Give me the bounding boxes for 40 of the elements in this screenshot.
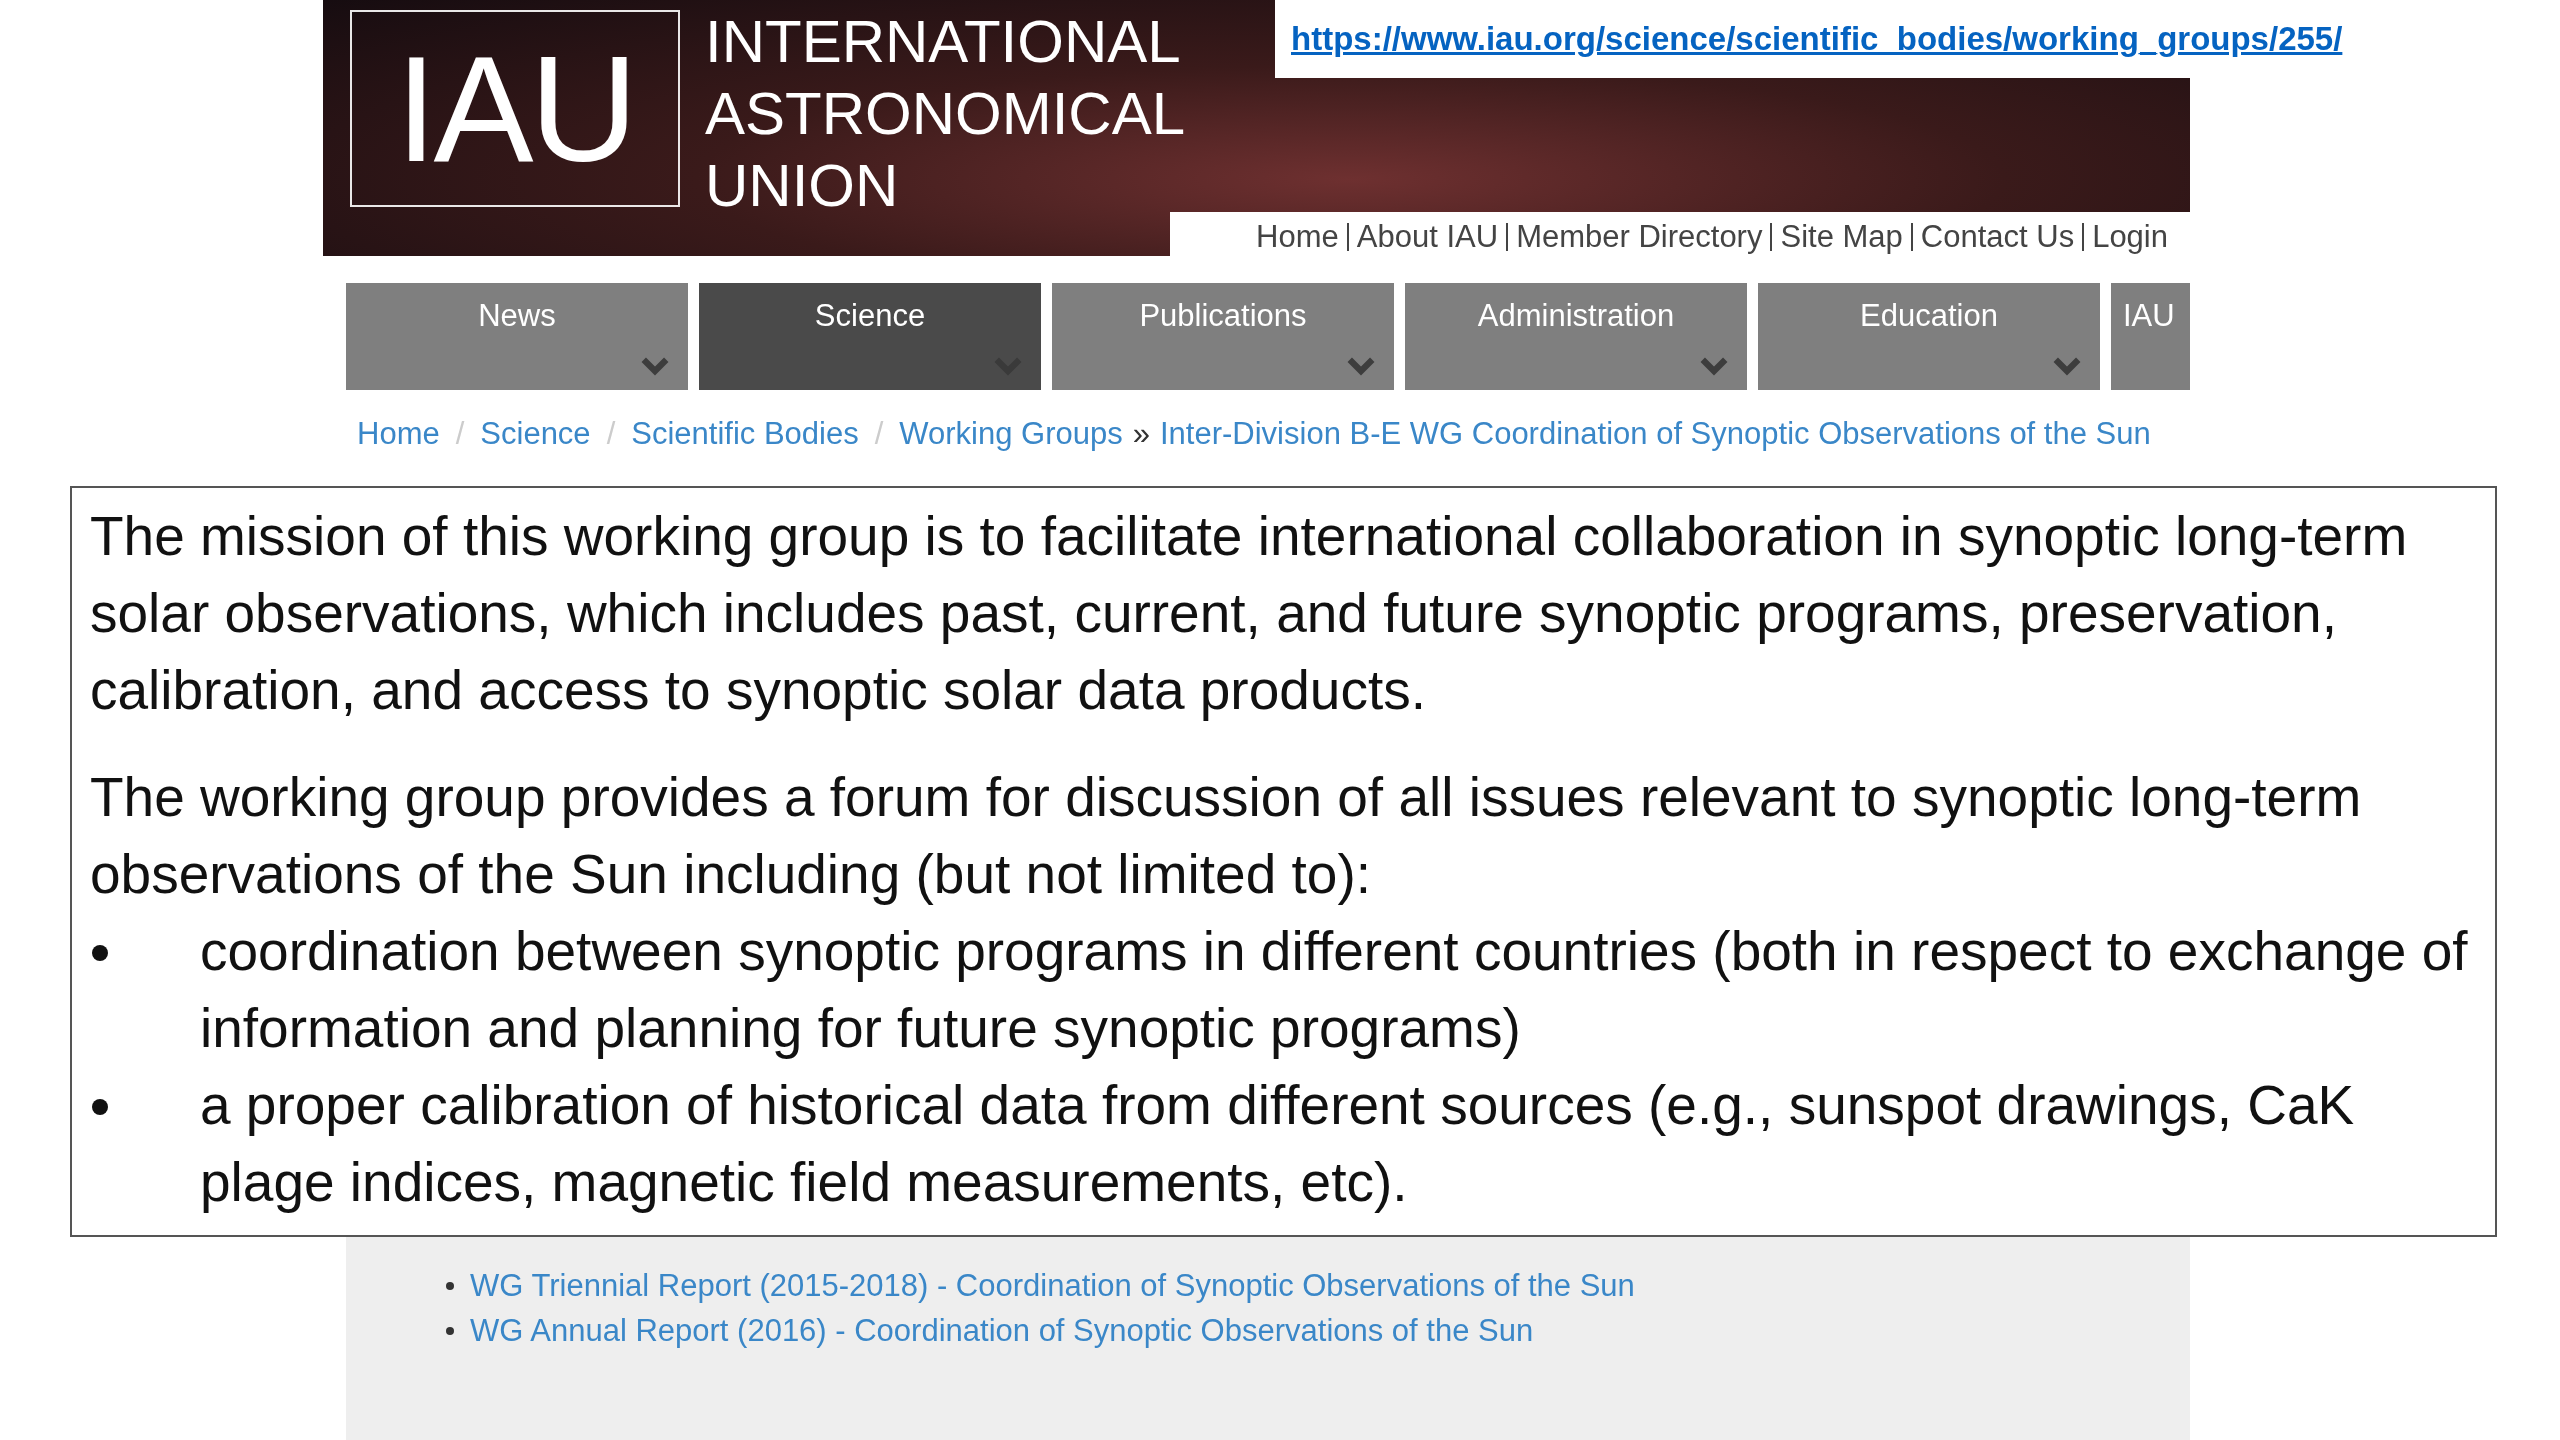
breadcrumb-link[interactable]: Scientific Bodies (631, 412, 859, 456)
chevron-down-icon (640, 356, 670, 376)
bullet-icon (92, 1099, 108, 1115)
report-link[interactable]: WG Annual Report (2016) - Coordination of Synoptic Observations of the Sun (470, 1308, 1534, 1353)
breadcrumb-link[interactable]: Working Groups (899, 412, 1123, 456)
paragraph: The working group provides a forum for discussion of all issues relevant to synoptic long-term observations of the Sun including (but not limited to): (90, 765, 2363, 907)
bullet-text: coordination between synoptic programs in different countries (both in respect to exchange of information and planning for future synoptic programs) (200, 919, 2469, 1061)
nav-tab[interactable]: IAU (2111, 283, 2190, 390)
top-link[interactable]: Login (2092, 213, 2168, 261)
nav-tab[interactable]: Publications (1052, 283, 1394, 390)
bullet-icon (92, 945, 108, 961)
top-link[interactable]: Site Map (1780, 213, 1903, 261)
site-title: INTERNATIONAL (705, 7, 1182, 77)
breadcrumb-separator: / (606, 415, 616, 453)
breadcrumb-link[interactable]: Home (357, 412, 440, 456)
breadcrumb-separator: / (874, 415, 884, 453)
chevron-down-icon (2052, 356, 2082, 376)
top-link[interactable]: About IAU (1356, 213, 1499, 261)
nav-tab[interactable]: Science (699, 283, 1041, 390)
breadcrumb-separator: » (1132, 415, 1150, 453)
nav-tab[interactable]: Administration (1405, 283, 1747, 390)
nav-tab[interactable]: News (346, 283, 688, 390)
site-title: ASTRONOMICAL (705, 79, 1186, 149)
logo-text: IAU (395, 33, 635, 184)
top-link[interactable]: Member Directory (1516, 213, 1763, 261)
breadcrumb-link[interactable]: Science (480, 412, 591, 456)
top-link[interactable]: Home (1256, 213, 1339, 261)
bullet-icon (446, 1326, 454, 1335)
report-link[interactable]: WG Triennial Report (2015-2018) - Coordination of Synoptic Observations of the Sun (470, 1263, 1635, 1308)
breadcrumb-link[interactable]: Inter-Division B-E WG Coordination of Synoptic Observations of the Sun (1160, 412, 2177, 456)
chevron-down-icon (1346, 356, 1376, 376)
top-link[interactable]: Contact Us (1920, 213, 2075, 261)
url-link[interactable]: https://www.iau.org/science/scientific_bodies/working_groups/255/ (1291, 14, 2343, 64)
nav-tab[interactable]: Education (1758, 283, 2100, 390)
bullet-text: a proper calibration of historical data from different sources (e.g., sunspot drawings, CaK plage indices, magnetic field measurements, etc). (200, 1073, 2356, 1215)
site-title: UNION (705, 151, 900, 221)
breadcrumb-separator: / (455, 415, 465, 453)
bullet-icon (446, 1281, 454, 1290)
chevron-down-icon (1699, 356, 1729, 376)
paragraph: The mission of this working group is to facilitate international collaboration in synoptic long-term solar observations, which includes past, current, and future synoptic programs, preservation, calibration, and access to synoptic solar data products. (90, 504, 2409, 723)
